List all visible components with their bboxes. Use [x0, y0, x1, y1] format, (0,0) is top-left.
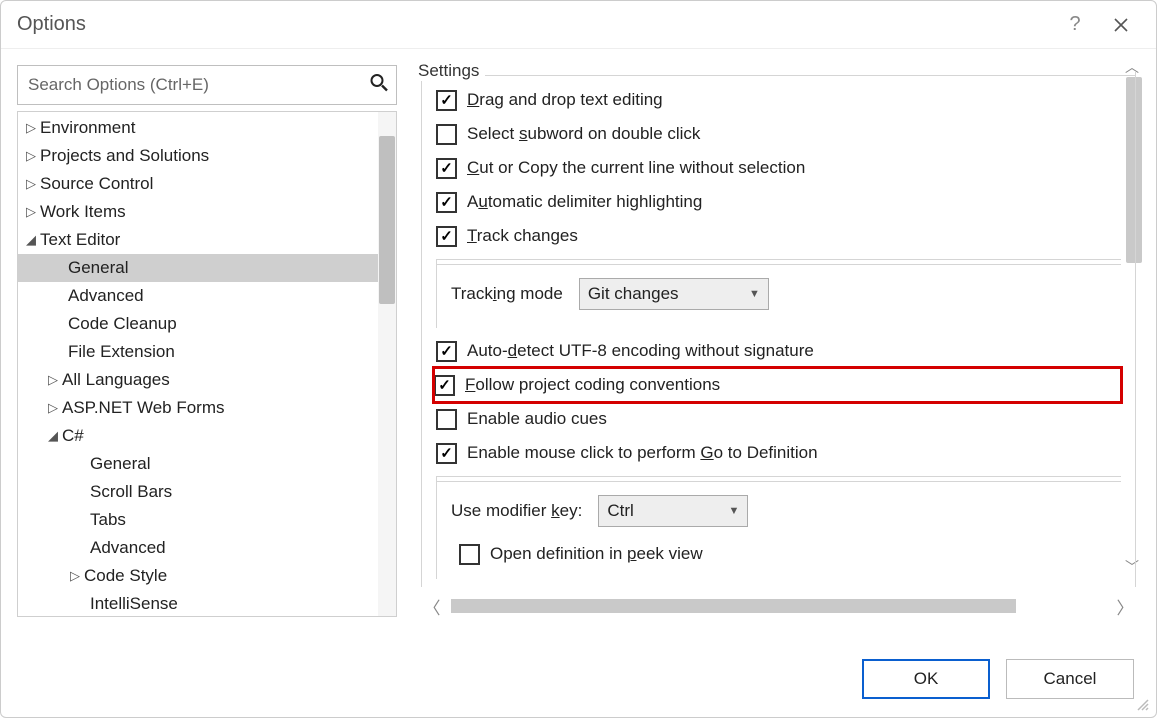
search-input[interactable] — [17, 65, 397, 105]
tree-expanded-icon: ◢ — [24, 232, 38, 248]
tree-item[interactable]: ◢Text Editor — [18, 226, 396, 254]
enable-gotodef-row[interactable]: Enable mouse click to perform Go to Defi… — [436, 436, 1121, 470]
enable-audio-label: Enable audio cues — [467, 409, 607, 429]
tree-item[interactable]: File Extension — [18, 338, 396, 366]
drag-drop-row[interactable]: Drag and drop text editing — [436, 83, 1121, 117]
open-peek-checkbox[interactable] — [459, 544, 480, 565]
tree-item-label: General — [90, 454, 150, 474]
chevron-down-icon: ▼ — [749, 288, 760, 300]
tree-item-label: Scroll Bars — [90, 482, 172, 502]
tree-expanded-icon: ◢ — [46, 428, 60, 444]
content-hscrollbar[interactable]: 〈 〉 — [421, 595, 1136, 617]
tree-item[interactable]: Tabs — [18, 506, 396, 534]
open-peek-row[interactable]: Open definition in peek view — [459, 537, 1107, 571]
tree-scroll-thumb[interactable] — [379, 136, 395, 304]
select-subword-checkbox[interactable] — [436, 124, 457, 145]
tree-item-label: File Extension — [68, 342, 175, 362]
auto-delim-row[interactable]: Automatic delimiter highlighting — [436, 185, 1121, 219]
tree-item[interactable]: Scroll Bars — [18, 478, 396, 506]
dialog-title: Options — [17, 13, 86, 36]
follow-conventions-row[interactable]: Follow project coding conventions — [434, 368, 1121, 402]
drag-drop-label: Drag and drop text editing — [467, 90, 663, 110]
help-button[interactable]: ? — [1052, 2, 1098, 48]
select-subword-row[interactable]: Select subword on double click — [436, 117, 1121, 151]
tree-collapsed-icon: ▷ — [46, 400, 60, 416]
open-peek-label: Open definition in peek view — [490, 544, 703, 564]
enable-audio-checkbox[interactable] — [436, 409, 457, 430]
follow-conventions-label: Follow project coding conventions — [465, 375, 720, 395]
scroll-right-icon[interactable]: 〉 — [1114, 595, 1136, 617]
cut-copy-row[interactable]: Cut or Copy the current line without sel… — [436, 151, 1121, 185]
ok-button[interactable]: OK — [862, 659, 990, 699]
tree-collapsed-icon: ▷ — [68, 568, 82, 584]
select-subword-label: Select subword on double click — [467, 124, 700, 144]
tree-item-label: Tabs — [90, 510, 126, 530]
tree-collapsed-icon: ▷ — [24, 176, 38, 192]
cut-copy-label: Cut or Copy the current line without sel… — [467, 158, 805, 178]
cut-copy-checkbox[interactable] — [436, 158, 457, 179]
settings-legend: Settings — [418, 61, 485, 81]
scroll-left-icon[interactable]: 〈 — [421, 595, 443, 617]
tree-item[interactable]: General — [18, 254, 396, 282]
track-changes-label: Track changes — [467, 226, 578, 246]
modifier-key-combo[interactable]: Ctrl▼ — [598, 495, 748, 527]
tree-collapsed-icon: ▷ — [24, 148, 38, 164]
close-button[interactable] — [1098, 2, 1144, 48]
tree-collapsed-icon: ▷ — [24, 204, 38, 220]
tree-item[interactable]: ▷Source Control — [18, 170, 396, 198]
tree-item-label: Code Style — [84, 566, 167, 586]
auto-delim-label: Automatic delimiter highlighting — [467, 192, 702, 212]
tree-item[interactable]: ▷Environment — [18, 114, 396, 142]
modifier-key-label: Use modifier key: — [451, 501, 582, 521]
tree-item[interactable]: ◢C# — [18, 422, 396, 450]
options-tree[interactable]: ▷Environment▷Projects and Solutions▷Sour… — [18, 112, 396, 616]
track-changes-row[interactable]: Track changes — [436, 219, 1121, 253]
tree-item[interactable]: ▷Projects and Solutions — [18, 142, 396, 170]
tree-item[interactable]: IntelliSense — [18, 590, 396, 616]
tree-item[interactable]: Code Cleanup — [18, 310, 396, 338]
tree-item-label: ASP.NET Web Forms — [62, 398, 225, 418]
tree-collapsed-icon: ▷ — [46, 372, 60, 388]
tracking-mode-combo[interactable]: Git changes▼ — [579, 278, 769, 310]
enable-gotodef-label: Enable mouse click to perform Go to Defi… — [467, 443, 818, 463]
tree-item-label: Advanced — [68, 286, 144, 306]
track-changes-checkbox[interactable] — [436, 226, 457, 247]
tree-item[interactable]: General — [18, 450, 396, 478]
tree-item-label: Environment — [40, 118, 135, 138]
tree-item[interactable]: ▷Code Style — [18, 562, 396, 590]
tree-scrollbar[interactable] — [378, 112, 396, 616]
hscroll-thumb[interactable] — [451, 599, 1016, 613]
close-icon — [1114, 18, 1128, 32]
tree-item[interactable]: Advanced — [18, 282, 396, 310]
tree-item[interactable]: ▷ASP.NET Web Forms — [18, 394, 396, 422]
search-icon[interactable] — [369, 73, 389, 98]
auto-delim-checkbox[interactable] — [436, 192, 457, 213]
tree-item-label: C# — [62, 426, 84, 446]
tree-item-label: General — [68, 258, 128, 278]
tree-item-label: Source Control — [40, 174, 153, 194]
auto-detect-label: Auto-detect UTF-8 encoding without signa… — [467, 341, 814, 361]
tree-item-label: All Languages — [62, 370, 170, 390]
auto-detect-checkbox[interactable] — [436, 341, 457, 362]
tree-item-label: Code Cleanup — [68, 314, 177, 334]
tree-item-label: IntelliSense — [90, 594, 178, 614]
tree-item[interactable]: Advanced — [18, 534, 396, 562]
cancel-button[interactable]: Cancel — [1006, 659, 1134, 699]
tree-item-label: Projects and Solutions — [40, 146, 209, 166]
tree-collapsed-icon: ▷ — [24, 120, 38, 136]
tree-item[interactable]: ▷Work Items — [18, 198, 396, 226]
auto-detect-row[interactable]: Auto-detect UTF-8 encoding without signa… — [436, 334, 1121, 368]
tree-item[interactable]: ▷All Languages — [18, 366, 396, 394]
tree-item-label: Work Items — [40, 202, 126, 222]
chevron-down-icon: ▼ — [728, 505, 739, 517]
follow-conventions-checkbox[interactable] — [434, 375, 455, 396]
resize-grip-icon[interactable] — [1136, 697, 1150, 711]
enable-gotodef-checkbox[interactable] — [436, 443, 457, 464]
tree-item-label: Advanced — [90, 538, 166, 558]
enable-audio-row[interactable]: Enable audio cues — [436, 402, 1121, 436]
tree-item-label: Text Editor — [40, 230, 120, 250]
drag-drop-checkbox[interactable] — [436, 90, 457, 111]
tracking-mode-label: Tracking mode — [451, 284, 563, 304]
